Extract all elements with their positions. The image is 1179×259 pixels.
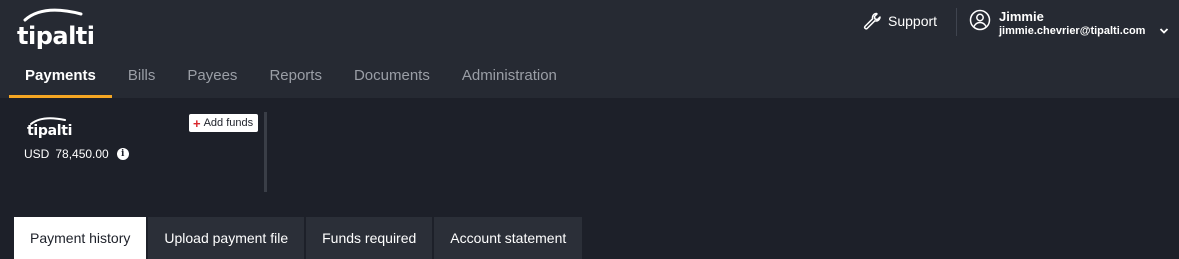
payment-tabs: Payment history Upload payment file Fund… (14, 217, 583, 259)
support-link[interactable]: Support (862, 10, 937, 32)
logo-text: tipalti (17, 22, 95, 50)
user-circle-icon (969, 9, 991, 31)
nav-item-documents[interactable]: Documents (338, 56, 446, 98)
top-bar: tipalti Support Jimmie jimmie.chevrier@t… (0, 0, 1179, 98)
user-info: Jimmie jimmie.chevrier@tipalti.com (999, 9, 1145, 38)
account-logo: tipalti (27, 117, 77, 139)
nav-item-payees[interactable]: Payees (171, 56, 253, 98)
balance-currency: USD (24, 147, 50, 161)
nav-item-reports[interactable]: Reports (253, 56, 338, 98)
wrench-icon (863, 12, 881, 30)
nav-item-administration[interactable]: Administration (446, 56, 573, 98)
tab-funds-required[interactable]: Funds required (306, 217, 433, 259)
support-label: Support (888, 13, 938, 29)
balance-scrollbar[interactable] (264, 112, 267, 192)
logo-swoosh-icon (23, 8, 83, 22)
nav-item-payments[interactable]: Payments (9, 56, 112, 98)
account-logo-text: tipalti (27, 123, 73, 139)
chevron-down-icon[interactable] (1159, 27, 1169, 35)
tab-payment-history[interactable]: Payment history (14, 217, 147, 259)
tipalti-logo[interactable]: tipalti (17, 8, 117, 50)
plus-icon: + (193, 115, 201, 131)
account-balance: USD 78,450.00 i (24, 147, 129, 161)
balance-amount: 78,450.00 (55, 147, 109, 161)
header-divider (956, 8, 957, 36)
nav-item-bills[interactable]: Bills (112, 56, 172, 98)
main-nav: Payments Bills Payees Reports Documents … (9, 56, 573, 98)
info-icon[interactable]: i (116, 148, 129, 160)
user-email: jimmie.chevrier@tipalti.com (999, 25, 1146, 37)
add-funds-button[interactable]: + Add funds (189, 114, 259, 132)
user-name: Jimmie (999, 9, 1044, 24)
tab-account-statement[interactable]: Account statement (434, 217, 583, 259)
tab-upload-payment-file[interactable]: Upload payment file (148, 217, 305, 259)
add-funds-label: Add funds (203, 117, 254, 129)
user-menu[interactable]: Jimmie jimmie.chevrier@tipalti.com (969, 9, 1169, 41)
